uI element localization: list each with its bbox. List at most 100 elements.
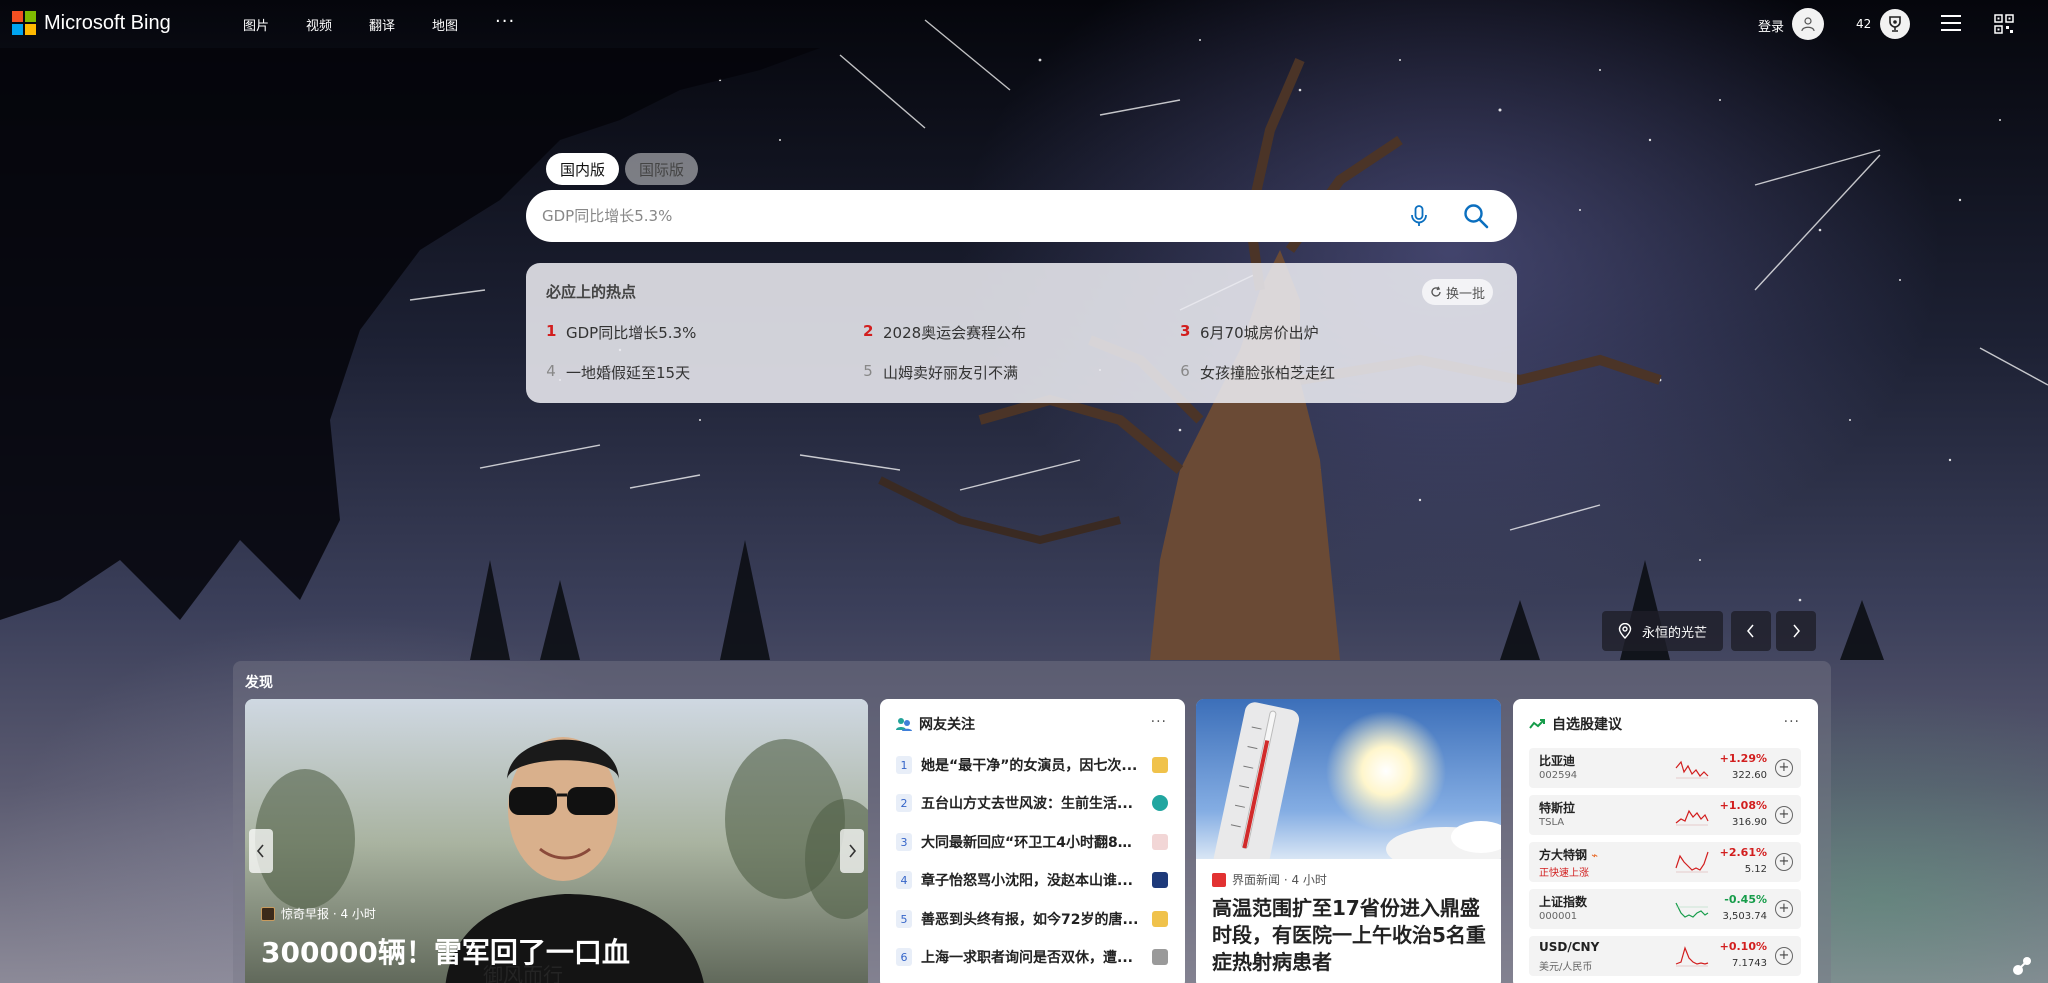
- add-stock-button[interactable]: +: [1775, 759, 1793, 777]
- trending-topic-item[interactable]: 1 她是“最干净”的女演员，因七次...: [896, 753, 1168, 777]
- trending-searches-panel: 必应上的热点 换一批 1 GDP同比增长5.3% 2 2028奥运会赛程公布 3…: [526, 263, 1517, 403]
- featured-news-meta: 惊奇早报 · 4 小时: [261, 905, 376, 922]
- chevron-right-icon: [849, 844, 857, 858]
- trending-topic-item[interactable]: 2 五台山方丈去世风波：生前生活...: [896, 791, 1168, 815]
- stock-price: 3,503.74: [1722, 911, 1767, 922]
- bing-logo[interactable]: Microsoft Bing: [12, 11, 171, 35]
- add-stock-button[interactable]: +: [1775, 853, 1793, 871]
- publisher-logo-icon: [1212, 872, 1226, 887]
- nav-more-button[interactable]: ···: [495, 13, 515, 34]
- stock-row[interactable]: 上证指数 000001 -0.45% 3,503.74 +: [1529, 889, 1801, 929]
- trending-topic-item[interactable]: 6 上海一求职者询问是否双休，遭...: [896, 945, 1168, 969]
- qr-code-icon[interactable]: [1994, 14, 2014, 34]
- stock-row[interactable]: 方大特钢 ⌁ 正快速上涨 +2.61% 5.12 +: [1529, 842, 1801, 882]
- add-stock-button[interactable]: +: [1775, 900, 1793, 918]
- stock-name-text: 方大特钢: [1539, 848, 1588, 862]
- trending-topic-rank: 2: [896, 794, 912, 812]
- refresh-icon: [1431, 286, 1441, 297]
- featured-news-title: 300000辆！雷军回了一口血: [261, 936, 630, 969]
- rising-fast-icon: ⌁: [1591, 849, 1598, 862]
- news-thumb-icon: [1152, 872, 1168, 888]
- featured-news-card[interactable]: 惊奇早报 · 4 小时 300000辆！雷军回了一口血 御风而行: [245, 699, 868, 983]
- news-card[interactable]: 界面新闻 · 4 小时 高温范围扩至17省份进入鼎盛时段，有医院一上午收治5名重…: [1196, 699, 1501, 983]
- news-title: 高温范围扩至17省份进入鼎盛时段，有医院一上午收治5名重症热射病患者: [1212, 896, 1486, 974]
- tab-domestic[interactable]: 国内版: [546, 153, 620, 185]
- stock-price: 322.60: [1732, 770, 1767, 781]
- stock-change: -0.45%: [1724, 893, 1767, 906]
- carousel-next-button[interactable]: [840, 829, 864, 873]
- stock-row[interactable]: 特斯拉 TSLA +1.08% 316.90 +: [1529, 795, 1801, 835]
- stock-code: 002594: [1539, 770, 1578, 781]
- trending-item[interactable]: 5 山姆卖好丽友引不满: [863, 362, 1018, 383]
- stock-change: +2.61%: [1719, 846, 1767, 859]
- add-stock-button[interactable]: +: [1775, 947, 1793, 965]
- stock-sparkline: [1675, 851, 1709, 873]
- trending-rank: 2: [863, 322, 874, 340]
- trending-topic-item[interactable]: 5 善恶到头终有报，如今72岁的唐...: [896, 907, 1168, 931]
- top-nav: 图片 视频 翻译 地图 ···: [243, 13, 515, 35]
- trending-topic-text: 大同最新回应“环卫工4小时翻8吨...: [921, 835, 1143, 851]
- stock-code: 000001: [1539, 911, 1578, 922]
- stock-name: 特斯拉: [1539, 801, 1576, 815]
- trending-text: 6月70城房价出炉: [1200, 324, 1319, 342]
- stock-row[interactable]: 比亚迪 002594 +1.29% 322.60 +: [1529, 748, 1801, 788]
- nav-item-videos[interactable]: 视频: [306, 15, 369, 34]
- location-pin-icon: [1618, 623, 1632, 639]
- rewards-points[interactable]: 42: [1856, 17, 1871, 31]
- trophy-icon: [1889, 16, 1901, 32]
- trending-rank: 5: [863, 362, 873, 380]
- microphone-icon[interactable]: [1406, 203, 1432, 229]
- refresh-button[interactable]: 换一批: [1422, 279, 1494, 305]
- image-info-button[interactable]: 永恒的光芒: [1602, 611, 1724, 651]
- stock-name: 方大特钢 ⌁: [1539, 846, 1598, 863]
- carousel-prev-button[interactable]: [249, 829, 273, 873]
- search-box: [526, 190, 1517, 242]
- stock-price: 316.90: [1732, 817, 1767, 828]
- trending-text: 2028奥运会赛程公布: [883, 324, 1027, 342]
- user-icon: [1801, 17, 1815, 32]
- trending-card-header: 网友关注: [896, 714, 975, 734]
- stock-sparkline: [1675, 946, 1709, 967]
- news-thumb-icon: [1152, 949, 1168, 965]
- stocks-card-more-button[interactable]: ···: [1784, 714, 1800, 730]
- stock-name: 比亚迪: [1539, 754, 1576, 768]
- search-icon[interactable]: [1462, 202, 1490, 230]
- trending-item[interactable]: 4 一地婚假延至15天: [546, 362, 690, 383]
- top-header: Microsoft Bing 图片 视频 翻译 地图 ··· 登录 42: [0, 0, 2048, 48]
- search-thumb-icon: [1152, 911, 1168, 927]
- next-image-button[interactable]: [1776, 611, 1816, 651]
- trending-topic-item[interactable]: 3 大同最新回应“环卫工4小时翻8吨...: [896, 830, 1168, 854]
- trending-item[interactable]: 3 6月70城房价出炉: [1180, 322, 1319, 343]
- login-link[interactable]: 登录: [1758, 16, 1784, 35]
- stock-code: 美元/人民币: [1539, 962, 1593, 973]
- feedback-tool-icon[interactable]: [2010, 954, 2034, 978]
- user-avatar[interactable]: [1792, 8, 1824, 40]
- nav-item-images[interactable]: 图片: [243, 15, 306, 34]
- stock-change: +1.08%: [1719, 799, 1767, 812]
- trending-card-more-button[interactable]: ···: [1151, 714, 1167, 730]
- stock-price: 7.1743: [1732, 958, 1767, 969]
- brand-name: Microsoft Bing: [44, 11, 171, 34]
- trending-topic-item[interactable]: 4 章子怡怒骂小沈阳，没赵本山谁...: [896, 868, 1168, 892]
- trending-item[interactable]: 2 2028奥运会赛程公布: [863, 322, 1026, 343]
- news-thumb-icon: [1152, 834, 1168, 850]
- trending-text: 一地婚假延至15天: [566, 364, 691, 382]
- rewards-button[interactable]: [1880, 9, 1910, 39]
- trending-item[interactable]: 1 GDP同比增长5.3%: [546, 322, 696, 343]
- stock-code: 正快速上涨: [1539, 868, 1589, 879]
- people-icon: [896, 718, 912, 731]
- trending-rank: 1: [546, 322, 557, 340]
- hamburger-menu-icon[interactable]: [1941, 15, 1961, 31]
- trending-card-title: 网友关注: [919, 717, 975, 733]
- nav-item-maps[interactable]: 地图: [432, 15, 495, 34]
- nav-item-translate[interactable]: 翻译: [369, 15, 432, 34]
- discover-title: 发现: [245, 675, 273, 691]
- trending-item[interactable]: 6 女孩撞脸张柏芝走红: [1180, 362, 1335, 383]
- publisher-logo-icon: [261, 906, 275, 921]
- add-stock-button[interactable]: +: [1775, 806, 1793, 824]
- tab-international[interactable]: 国际版: [625, 153, 699, 185]
- previous-image-button[interactable]: [1731, 611, 1771, 651]
- stock-row[interactable]: USD/CNY 美元/人民币 +0.10% 7.1743 +: [1529, 936, 1801, 976]
- search-input[interactable]: [542, 190, 1342, 242]
- trending-topic-rank: 1: [896, 756, 912, 774]
